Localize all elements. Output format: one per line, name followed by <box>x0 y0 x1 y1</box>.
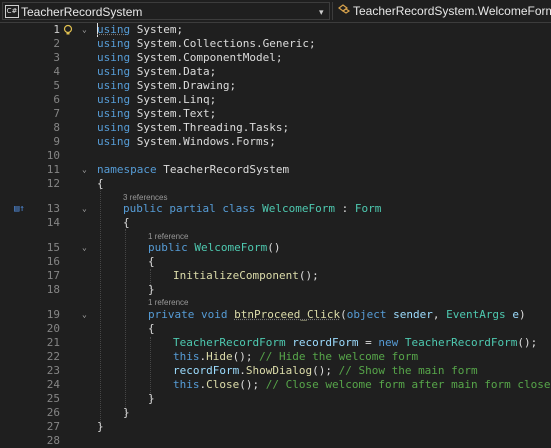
code-line: 3 using System.ComponentModel; <box>0 51 551 65</box>
code-text: } <box>97 420 104 433</box>
code-line: 8 using System.Threading.Tasks; <box>0 121 551 135</box>
code-line: 11 ⌄ namespace TeacherRecordSystem <box>0 163 551 177</box>
code-text: using System.Data; <box>97 65 217 78</box>
line-number: 4 <box>53 65 60 78</box>
line-number: 23 <box>46 364 60 377</box>
code-text: using System.Linq; <box>97 93 217 106</box>
code-line: 22 this.Hide(); // Hide the welcome form <box>0 350 551 364</box>
code-line: 19 ⌄ private void btnProceed_Click(objec… <box>0 308 551 322</box>
line-number: 27 <box>46 420 60 433</box>
code-line: 5 using System.Drawing; <box>0 79 551 93</box>
code-text: using System.Windows.Forms; <box>97 135 276 148</box>
code-line: 10 <box>0 149 551 163</box>
line-number: 5 <box>53 79 60 92</box>
line-number: 9 <box>53 135 60 148</box>
fold-toggle[interactable]: ⌄ <box>82 202 87 216</box>
line-number: 26 <box>46 406 60 419</box>
member-dropdown[interactable]: TeacherRecordSystem.WelcomeForm <box>332 2 551 20</box>
code-text: using System.Collections.Generic; <box>97 37 316 50</box>
line-number: 2 <box>53 37 60 50</box>
fold-toggle[interactable]: ⌄ <box>82 163 87 177</box>
line-number: 7 <box>53 107 60 120</box>
code-text: using System.Drawing; <box>97 79 237 92</box>
navigation-bar: C# TeacherRecordSystem ▾ TeacherRecordSy… <box>0 0 551 23</box>
code-line: 25 } <box>0 392 551 406</box>
code-text: this.Close(); // Close welcome form afte… <box>173 378 551 391</box>
code-text: { <box>148 322 155 335</box>
fold-toggle[interactable]: ⌄ <box>82 241 87 255</box>
code-line: 2 using System.Collections.Generic; <box>0 37 551 51</box>
code-text: recordForm.ShowDialog(); // Show the mai… <box>173 364 478 377</box>
fold-toggle[interactable]: ⌄ <box>82 308 87 322</box>
code-text: InitializeComponent(); <box>173 269 319 282</box>
code-line: 4 using System.Data; <box>0 65 551 79</box>
code-text: private void btnProceed_Click(object sen… <box>148 308 526 321</box>
line-number: 18 <box>46 283 60 296</box>
code-text: } <box>123 406 130 419</box>
code-text: using System; <box>97 23 184 36</box>
line-number: 28 <box>46 434 60 447</box>
code-line: 9 using System.Windows.Forms; <box>0 135 551 149</box>
code-line: 27 } <box>0 420 551 434</box>
line-number: 8 <box>53 121 60 134</box>
lightbulb-icon[interactable] <box>62 24 74 36</box>
line-number: 22 <box>46 350 60 363</box>
code-text: } <box>148 283 155 296</box>
line-number: 24 <box>46 378 60 391</box>
code-line: 12 { <box>0 177 551 191</box>
line-number: 13 <box>46 202 60 215</box>
code-text: { <box>148 255 155 268</box>
line-number: 16 <box>46 255 60 268</box>
line-number: 11 <box>46 163 60 176</box>
code-text: using System.Threading.Tasks; <box>97 121 290 134</box>
line-number: 17 <box>46 269 60 282</box>
code-editor[interactable]: 1 ⌄ using System; 2 using System.Collect… <box>0 23 551 448</box>
code-line: 24 this.Close(); // Close welcome form a… <box>0 378 551 392</box>
line-number: 14 <box>46 216 60 229</box>
code-line: 26 } <box>0 406 551 420</box>
code-line: 7 using System.Text; <box>0 107 551 121</box>
code-line: 15 ⌄ public WelcomeForm() <box>0 241 551 255</box>
code-line: 17 InitializeComponent(); <box>0 269 551 283</box>
line-number: 20 <box>46 322 60 335</box>
line-number: 10 <box>46 149 60 162</box>
line-number: 6 <box>53 93 60 106</box>
line-number: 12 <box>46 177 60 190</box>
line-number: 25 <box>46 392 60 405</box>
code-text: using System.Text; <box>97 107 217 120</box>
code-text: { <box>123 216 130 229</box>
code-line: 23 recordForm.ShowDialog(); // Show the … <box>0 364 551 378</box>
code-text: using System.ComponentModel; <box>97 51 283 64</box>
code-text: TeacherRecordForm recordForm = new Teach… <box>173 336 538 349</box>
csharp-project-icon: C# <box>5 5 19 18</box>
code-line: 18 } <box>0 283 551 297</box>
line-number: 15 <box>46 241 60 254</box>
code-line: 28 <box>0 434 551 448</box>
member-dropdown-label: TeacherRecordSystem.WelcomeForm <box>353 4 551 18</box>
code-line: 21 TeacherRecordForm recordForm = new Te… <box>0 336 551 350</box>
line-number: 1 <box>53 23 60 36</box>
code-text: } <box>148 392 155 405</box>
line-number: 3 <box>53 51 60 64</box>
codelens-references[interactable]: 1 reference <box>148 298 188 308</box>
code-text: public partial class WelcomeForm : Form <box>123 202 382 215</box>
project-dropdown[interactable]: C# TeacherRecordSystem ▾ <box>2 2 330 20</box>
code-line: 6 using System.Linq; <box>0 93 551 107</box>
code-text: { <box>97 177 104 190</box>
code-line: 1 ⌄ using System; <box>0 23 551 37</box>
code-line: 20 { <box>0 322 551 336</box>
code-text: public WelcomeForm() <box>148 241 281 254</box>
line-number: 21 <box>46 336 60 349</box>
code-text: namespace TeacherRecordSystem <box>97 163 290 176</box>
fold-toggle[interactable]: ⌄ <box>82 23 87 37</box>
code-line: 16 { <box>0 255 551 269</box>
project-dropdown-label: TeacherRecordSystem <box>21 5 143 19</box>
chevron-down-icon[interactable]: ▾ <box>319 3 324 21</box>
code-text: this.Hide(); // Hide the welcome form <box>173 350 419 363</box>
code-line: 14 { <box>0 216 551 230</box>
code-line: ▤↑ 13 ⌄ public partial class WelcomeForm… <box>0 202 551 216</box>
line-number: 19 <box>46 308 60 321</box>
class-icon <box>338 4 351 14</box>
